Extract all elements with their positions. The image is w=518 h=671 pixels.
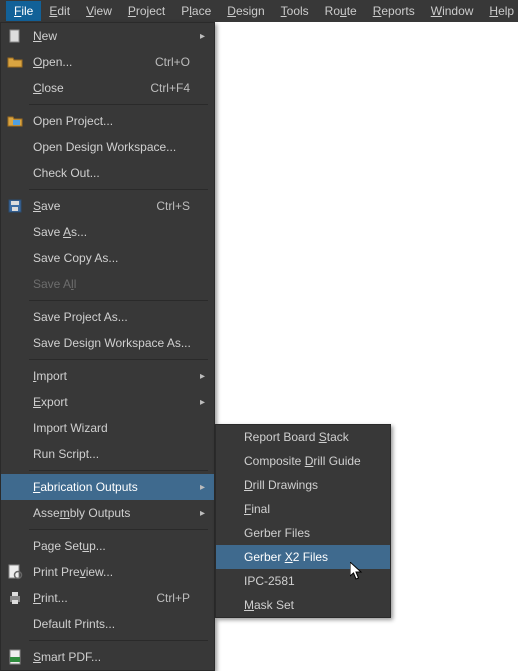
submenu-item-gerber-x2-files[interactable]: Gerber X2 Files xyxy=(216,545,390,569)
submenu-item-final[interactable]: Final xyxy=(216,497,390,521)
menu-separator xyxy=(29,359,208,360)
menu-help[interactable]: Help xyxy=(481,1,518,21)
menu-item-export[interactable]: Export▸ xyxy=(1,389,214,415)
menu-project[interactable]: Project xyxy=(120,1,173,21)
menu-item-label: New xyxy=(29,29,200,43)
menu-item-label: Assembly Outputs xyxy=(29,506,200,520)
menu-tools[interactable]: Tools xyxy=(273,1,317,21)
menu-shortcut: Ctrl+P xyxy=(156,591,200,605)
menu-item-run-script[interactable]: Run Script... xyxy=(1,441,214,467)
menu-item-new[interactable]: New▸ xyxy=(1,23,214,49)
preview-icon xyxy=(1,564,29,580)
menu-item-close[interactable]: CloseCtrl+F4 xyxy=(1,75,214,101)
menu-item-assembly-outputs[interactable]: Assembly Outputs▸ xyxy=(1,500,214,526)
submenu-item-composite-drill-guide[interactable]: Composite Drill Guide xyxy=(216,449,390,473)
menu-item-label: Export xyxy=(29,395,200,409)
fabrication-outputs-submenu: Report Board Stack Composite Drill Guide D… xyxy=(215,424,391,618)
menu-item-label: Print... xyxy=(29,591,156,605)
menu-shortcut: Ctrl+S xyxy=(156,199,200,213)
menu-item-label: Open Project... xyxy=(29,114,200,128)
menu-separator xyxy=(29,300,208,301)
menu-item-save-copy-as[interactable]: Save Copy As... xyxy=(1,245,214,271)
menu-item-label: Run Script... xyxy=(29,447,200,461)
menu-item-open-design-workspace[interactable]: Open Design Workspace... xyxy=(1,134,214,160)
menubar: File Edit View Project Place Design Tool… xyxy=(0,0,518,22)
submenu-arrow-icon: ▸ xyxy=(200,482,214,493)
menu-item-import-wizard[interactable]: Import Wizard xyxy=(1,415,214,441)
submenu-arrow-icon: ▸ xyxy=(200,397,214,408)
menu-item-label: Default Prints... xyxy=(29,617,200,631)
menu-shortcut: Ctrl+O xyxy=(155,55,200,69)
menu-item-save-project-as[interactable]: Save Project As... xyxy=(1,304,214,330)
submenu-item-label: IPC-2581 xyxy=(244,574,295,588)
pdf-icon xyxy=(1,649,29,665)
menu-item-save-design-workspace-as[interactable]: Save Design Workspace As... xyxy=(1,330,214,356)
menu-item-label: Import Wizard xyxy=(29,421,200,435)
submenu-item-mask-set[interactable]: Mask Set xyxy=(216,593,390,617)
menu-separator xyxy=(29,470,208,471)
menu-separator xyxy=(29,640,208,641)
menu-item-save-all: Save All xyxy=(1,271,214,297)
menu-item-label: Save All xyxy=(29,277,200,291)
menu-item-print[interactable]: Print...Ctrl+P xyxy=(1,585,214,611)
menu-item-label: Close xyxy=(29,81,150,95)
menu-item-open[interactable]: Open...Ctrl+O xyxy=(1,49,214,75)
menu-item-label: Save Copy As... xyxy=(29,251,200,265)
submenu-item-label: Final xyxy=(244,502,270,516)
menu-item-label: Open... xyxy=(29,55,155,69)
menu-file[interactable]: File xyxy=(6,1,41,21)
submenu-item-label: Composite Drill Guide xyxy=(244,454,361,468)
submenu-item-ipc-2581[interactable]: IPC-2581 xyxy=(216,569,390,593)
menu-view[interactable]: View xyxy=(78,1,120,21)
menu-item-save[interactable]: SaveCtrl+S xyxy=(1,193,214,219)
menu-item-smart-pdf[interactable]: Smart PDF... xyxy=(1,644,214,670)
menu-item-page-setup[interactable]: Page Setup... xyxy=(1,533,214,559)
menu-item-label: Fabrication Outputs xyxy=(29,480,200,494)
submenu-item-label: Drill Drawings xyxy=(244,478,318,492)
submenu-item-drill-drawings[interactable]: Drill Drawings xyxy=(216,473,390,497)
menu-separator xyxy=(29,189,208,190)
print-icon xyxy=(1,590,29,606)
submenu-arrow-icon: ▸ xyxy=(200,371,214,382)
open-icon xyxy=(1,54,29,70)
menu-item-label: Save Design Workspace As... xyxy=(29,336,200,350)
menu-item-print-preview[interactable]: Print Preview... xyxy=(1,559,214,585)
menu-item-label: Check Out... xyxy=(29,166,200,180)
submenu-item-gerber-files[interactable]: Gerber Files xyxy=(216,521,390,545)
menu-item-check-out[interactable]: Check Out... xyxy=(1,160,214,186)
new-icon xyxy=(1,28,29,44)
menu-item-label: Open Design Workspace... xyxy=(29,140,200,154)
file-dropdown: New▸Open...Ctrl+OCloseCtrl+F4Open Projec… xyxy=(0,22,215,671)
menu-place[interactable]: Place xyxy=(173,1,219,21)
menu-shortcut: Ctrl+F4 xyxy=(150,81,200,95)
menu-item-default-prints[interactable]: Default Prints... xyxy=(1,611,214,637)
open-project-icon xyxy=(1,113,29,129)
menu-item-label: Smart PDF... xyxy=(29,650,200,664)
submenu-arrow-icon: ▸ xyxy=(200,508,214,519)
menu-item-label: Save As... xyxy=(29,225,200,239)
submenu-item-label: Mask Set xyxy=(244,598,294,612)
menu-design[interactable]: Design xyxy=(219,1,272,21)
submenu-item-label: Gerber X2 Files xyxy=(244,550,328,564)
menu-separator xyxy=(29,104,208,105)
menu-item-label: Save Project As... xyxy=(29,310,200,324)
submenu-item-label: Gerber Files xyxy=(244,526,310,540)
menu-item-label: Import xyxy=(29,369,200,383)
menu-route[interactable]: Route xyxy=(317,1,365,21)
menu-reports[interactable]: Reports xyxy=(365,1,423,21)
submenu-item-report-board-stack[interactable]: Report Board Stack xyxy=(216,425,390,449)
menu-item-label: Print Preview... xyxy=(29,565,200,579)
menu-item-fabrication-outputs[interactable]: Fabrication Outputs▸ xyxy=(1,474,214,500)
menu-edit[interactable]: Edit xyxy=(41,1,78,21)
submenu-item-label: Report Board Stack xyxy=(244,430,349,444)
menu-item-label: Page Setup... xyxy=(29,539,200,553)
menu-item-save-as[interactable]: Save As... xyxy=(1,219,214,245)
menu-window[interactable]: Window xyxy=(423,1,482,21)
submenu-arrow-icon: ▸ xyxy=(200,31,214,42)
menu-item-import[interactable]: Import▸ xyxy=(1,363,214,389)
menu-separator xyxy=(29,529,208,530)
save-icon xyxy=(1,198,29,214)
menu-item-open-project[interactable]: Open Project... xyxy=(1,108,214,134)
menu-item-label: Save xyxy=(29,199,156,213)
